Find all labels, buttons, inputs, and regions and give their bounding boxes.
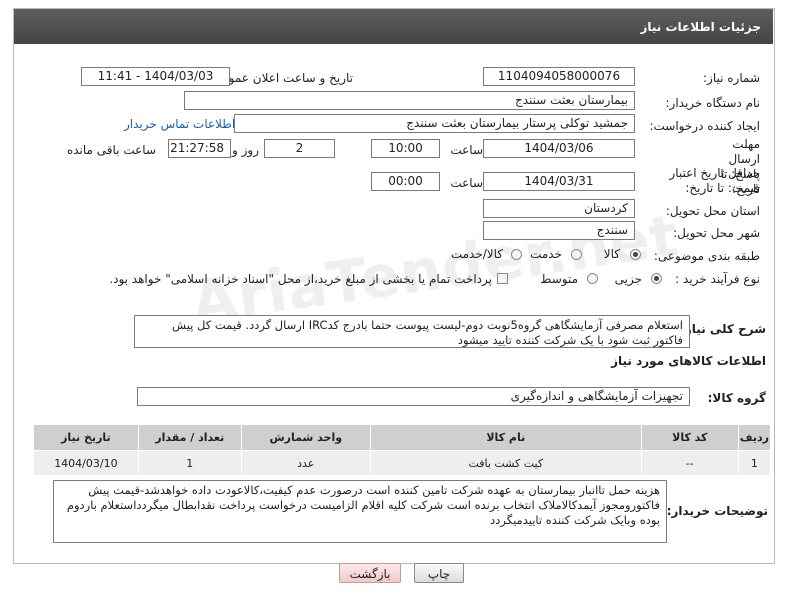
days-remaining-field: 2: [264, 139, 335, 158]
treasury-payment-checkbox[interactable]: [497, 273, 508, 284]
goods-section-title: اطلاعات کالاهای مورد نیاز: [611, 354, 766, 368]
need-number-field: 1104094058000076: [483, 67, 635, 86]
days-label: روز و: [232, 143, 259, 157]
cell-row: 1: [737, 450, 772, 476]
process-label: نوع فرآیند خرید :: [675, 272, 760, 286]
city-label: شهر محل تحویل:: [673, 226, 760, 240]
deadline-time-label: ساعت: [450, 143, 483, 157]
city-field: سنندج: [483, 221, 635, 240]
col-quantity: تعداد / مقدار: [137, 424, 242, 451]
cell-code: --: [640, 450, 739, 476]
cell-unit: عدد: [240, 450, 371, 476]
process-radio-minor[interactable]: [651, 273, 662, 284]
buyer-notes-textarea[interactable]: هزینه حمل تاانبار بیمارستان به عهده شرکت…: [53, 480, 667, 543]
buyer-org-label: نام دستگاه خریدار:: [665, 96, 761, 110]
remaining-time-label: ساعت باقی مانده: [66, 143, 156, 157]
buyer-notes-label: توضیحات خریدار:: [666, 504, 768, 518]
category-label: طبقه بندی موضوعی:: [653, 249, 760, 263]
category-option-goods-service: کالا/خدمت: [450, 247, 503, 261]
need-number-label: شماره نیاز:: [703, 71, 760, 85]
announce-field: 1404/03/03 - 11:41: [81, 67, 230, 86]
table-row[interactable]: 1 -- کیت کشت بافت عدد 1 1404/03/10: [33, 450, 772, 476]
goods-group-field: تجهیزات آزمایشگاهی و اندازه‌گیری: [137, 387, 690, 406]
col-need-date: تاریخ نیاز: [33, 424, 139, 451]
process-option-minor: جزیی: [614, 272, 642, 286]
requester-label: ایجاد کننده درخواست:: [649, 119, 760, 133]
remaining-time-field: 21:27:58: [168, 139, 231, 158]
category-radio-goods[interactable]: [630, 249, 641, 260]
category-radio-service[interactable]: [571, 249, 582, 260]
description-textarea[interactable]: استعلام مصرفی آزمایشگاهی گروه5نوبت دوم-ل…: [134, 315, 690, 348]
col-code: کد کالا: [640, 424, 739, 451]
validity-time-field: 00:00: [371, 172, 440, 191]
province-label: استان محل تحویل:: [665, 204, 760, 218]
print-button[interactable]: چاپ: [414, 563, 464, 583]
validity-label: حداقل تاریخ اعتبار قیمت: تا تاریخ:: [669, 166, 760, 195]
process-option-medium: متوسط: [540, 272, 578, 286]
province-field: کردستان: [483, 199, 635, 218]
buyer-org-field: بیمارستان بعثت سنندج: [184, 91, 635, 110]
deadline-time-field: 10:00: [371, 139, 440, 158]
requester-field: جمشید توکلی پرستار بیمارستان بعثت سنندج: [234, 114, 635, 133]
cell-need-date: 1404/03/10: [33, 450, 139, 476]
category-option-goods: کالا: [603, 247, 620, 261]
back-button[interactable]: بازگشت: [339, 563, 401, 583]
process-radio-medium[interactable]: [587, 273, 598, 284]
buyer-contact-link[interactable]: اطلاعات تماس خریدار: [124, 117, 235, 131]
treasury-payment-note: پرداخت تمام یا بخشی از مبلغ خرید،از محل …: [109, 272, 492, 286]
cell-quantity: 1: [137, 450, 242, 476]
goods-group-label: گروه کالا:: [707, 391, 766, 405]
description-label: شرح کلی نیاز:: [680, 322, 766, 336]
deadline-date-field: 1404/03/06: [483, 139, 635, 158]
items-table: ردیف کد کالا نام کالا واحد شمارش تعداد /…: [33, 424, 772, 476]
col-row: ردیف: [737, 424, 772, 451]
validity-date-field: 1404/03/31: [483, 172, 635, 191]
category-option-service: خدمت: [530, 247, 562, 261]
cell-name: کیت کشت بافت: [369, 450, 642, 476]
category-radio-goods-service[interactable]: [511, 249, 522, 260]
col-unit: واحد شمارش: [240, 424, 371, 451]
col-name: نام کالا: [369, 424, 642, 451]
panel-title: جزئیات اطلاعات نیاز: [640, 20, 761, 34]
panel-header: جزئیات اطلاعات نیاز: [14, 9, 773, 44]
table-header-row: ردیف کد کالا نام کالا واحد شمارش تعداد /…: [33, 424, 772, 451]
validity-time-label: ساعت: [450, 176, 483, 190]
